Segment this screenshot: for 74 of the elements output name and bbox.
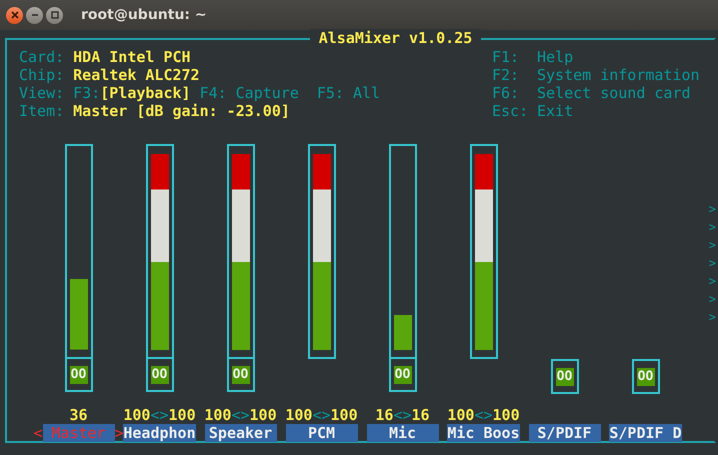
close-button[interactable] bbox=[6, 6, 23, 24]
mute-switch[interactable]: OO bbox=[388, 357, 416, 392]
info-value: Realtek ALC272 bbox=[73, 66, 200, 84]
key-action: Exit bbox=[537, 102, 574, 120]
key-action: System information bbox=[537, 66, 700, 84]
selection-marker: < bbox=[33, 424, 42, 442]
channel-name[interactable]: Headphon bbox=[123, 424, 196, 442]
view-tab[interactable]: All bbox=[352, 84, 380, 102]
mute-indicator: OO bbox=[70, 366, 88, 384]
info-label: View: bbox=[19, 84, 64, 102]
mute-switch[interactable]: OO bbox=[550, 359, 578, 394]
view-tab[interactable]: [Playback] bbox=[100, 84, 191, 102]
maximize-icon bbox=[50, 11, 58, 19]
key-label: F2: bbox=[492, 66, 520, 84]
more-indicator: > bbox=[708, 273, 716, 290]
channel-name[interactable]: PCM bbox=[286, 424, 358, 442]
stereo-separator: <> bbox=[393, 406, 412, 424]
volume-reading: 100 bbox=[123, 406, 150, 424]
mute-indicator: OO bbox=[394, 366, 412, 384]
more-indicator: > bbox=[708, 219, 716, 236]
channel-name[interactable]: S/PDIF D bbox=[609, 424, 682, 442]
channel-name[interactable]: Mic Boos bbox=[447, 424, 520, 442]
view-key: F5: bbox=[316, 84, 344, 102]
info-value: Master [dB gain: -23.00] bbox=[73, 102, 290, 120]
info-value: HDA Intel PCH bbox=[73, 48, 191, 66]
view-key: F4: bbox=[200, 84, 227, 102]
channel-name[interactable]: Mic bbox=[366, 424, 438, 442]
more-indicator: > bbox=[708, 201, 716, 218]
volume-reading: 100 bbox=[447, 406, 474, 424]
minimize-button[interactable] bbox=[26, 6, 43, 24]
volume-reading: 36 bbox=[69, 406, 88, 424]
mute-indicator: OO bbox=[232, 366, 250, 384]
close-icon bbox=[10, 11, 18, 19]
info-label: Chip: bbox=[19, 66, 64, 84]
volume-reading: 16 bbox=[375, 406, 394, 424]
volume-reading: 100 bbox=[285, 406, 312, 424]
view-tab[interactable]: Capture bbox=[236, 84, 299, 102]
minimize-icon bbox=[30, 11, 38, 19]
mute-switch[interactable]: OO bbox=[226, 357, 254, 392]
volume-reading: 100 bbox=[204, 406, 232, 424]
mute-indicator: OO bbox=[150, 366, 168, 384]
key-action: Help bbox=[537, 48, 574, 66]
stereo-separator: <> bbox=[312, 406, 331, 424]
mute-switch[interactable]: OO bbox=[146, 357, 174, 392]
volume-reading: 100 bbox=[330, 406, 358, 424]
maximize-button[interactable] bbox=[46, 6, 63, 24]
more-indicator: > bbox=[708, 237, 716, 254]
mute-switch[interactable]: OO bbox=[632, 359, 660, 394]
volume-reading: 100 bbox=[168, 406, 196, 424]
stereo-separator: <> bbox=[231, 406, 250, 424]
volume-bar[interactable] bbox=[388, 144, 416, 359]
key-label: F1: bbox=[492, 48, 520, 66]
key-action: Select sound card bbox=[537, 84, 691, 102]
selection-marker: > bbox=[114, 424, 124, 442]
more-indicator: > bbox=[708, 291, 716, 308]
info-label: Card: bbox=[19, 48, 64, 66]
volume-reading: 100 bbox=[250, 406, 277, 424]
mute-indicator: OO bbox=[636, 368, 654, 386]
channel-name[interactable]: Speaker bbox=[204, 424, 276, 442]
stereo-separator: <> bbox=[474, 406, 493, 424]
channel-name[interactable]: S/PDIF bbox=[528, 424, 600, 442]
more-indicator: > bbox=[708, 255, 716, 272]
mute-switch[interactable]: OO bbox=[64, 357, 92, 392]
mute-indicator: OO bbox=[556, 368, 574, 386]
volume-reading: 16 bbox=[412, 406, 430, 424]
volume-reading: 100 bbox=[492, 406, 520, 424]
key-label: F6: bbox=[492, 84, 520, 102]
volume-bar[interactable] bbox=[64, 144, 92, 359]
key-label: Esc: bbox=[492, 102, 530, 120]
view-key: F3: bbox=[73, 84, 100, 102]
stereo-separator: <> bbox=[150, 406, 169, 424]
more-indicator: > bbox=[708, 309, 716, 326]
info-label: Item: bbox=[19, 102, 64, 120]
window-title: root@ubuntu: ~ bbox=[81, 7, 207, 23]
